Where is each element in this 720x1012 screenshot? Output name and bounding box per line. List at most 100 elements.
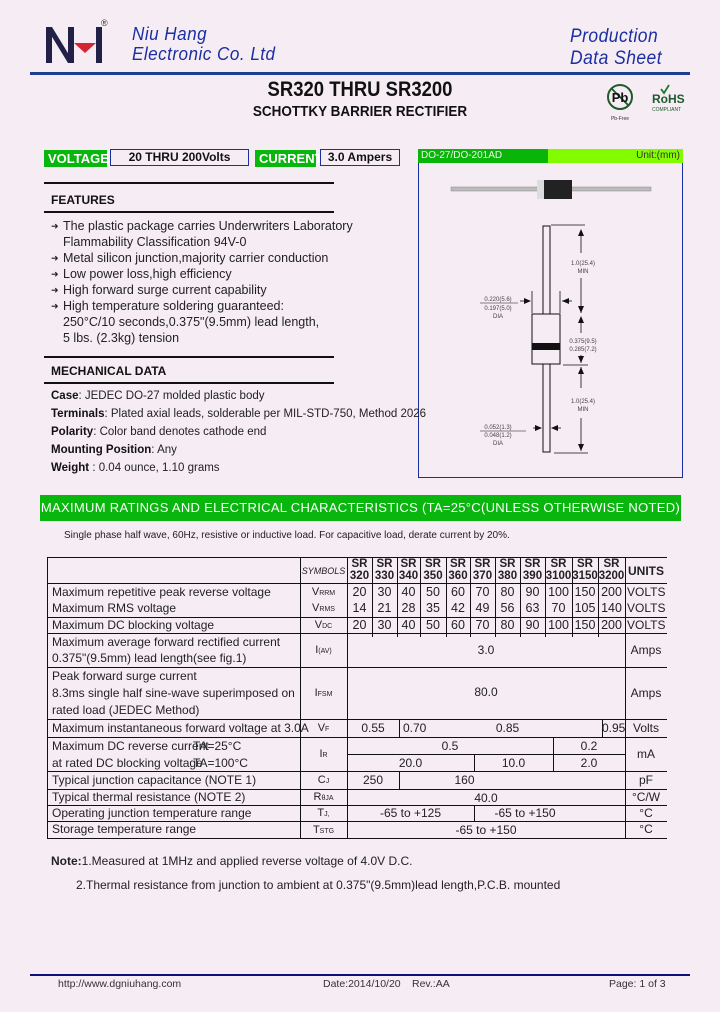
unit-cj: pF <box>638 773 653 787</box>
param-desc-ir: Maximum DC reverse current <box>52 739 209 753</box>
part-header-number: 3150 <box>572 570 598 582</box>
mechanical-bottom-rule <box>44 382 334 384</box>
symbol-subscript: (AV) <box>318 648 332 655</box>
part-header-number: 3100 <box>545 570 572 582</box>
dim-body-dia-2: 0.197(5.0) <box>484 306 511 312</box>
current-value: 3.0 Ampers <box>320 149 400 166</box>
symbols-header: SYMBOLS <box>301 566 346 576</box>
note-1: 1.Measured at 1MHz and applied reverse v… <box>81 854 413 868</box>
value-vrrm: 90 <box>525 585 540 599</box>
mech-value: Color band denotes cathode end <box>99 426 267 438</box>
param-desc-rthja: Typical thermal resistance (NOTE 2) <box>52 790 246 804</box>
param-desc-ifsm: Peak forward surge current <box>52 669 197 683</box>
value-vf: 0.70 <box>403 721 427 735</box>
symbol-subscript: RMS <box>319 606 335 613</box>
arrow-bullet-icon: ➜ <box>51 269 59 279</box>
symbol-subscript: RRM <box>319 590 336 597</box>
website-link[interactable]: http://www.dgniuhang.com <box>58 978 181 990</box>
notes: Note:1.Measured at 1MHz and applied reve… <box>51 853 560 892</box>
unit-tstg: °C <box>639 822 653 836</box>
document-type-line2: Data Sheet <box>570 48 663 69</box>
value-vrms: 35 <box>426 601 440 615</box>
part-header-number: 370 <box>472 570 493 582</box>
symbol-ifsm: IFSM <box>300 685 347 703</box>
pb-symbol: Pb <box>612 90 629 105</box>
pb-free-icon: Pb Pb-Free <box>607 84 633 122</box>
value-vdc: 60 <box>451 618 465 632</box>
symbol-subscript: STG <box>319 827 335 835</box>
ratings-banner: MAXIMUM RATINGS AND ELECTRICAL CHARACTER… <box>40 495 681 521</box>
company-name-line1: Niu Hang <box>132 24 208 44</box>
value-vdc: 50 <box>426 618 440 632</box>
part-header-prefix: SR <box>524 558 541 570</box>
symbol-subscript: DC <box>322 623 333 630</box>
package-drawing: 1.0(25.4) MIN 0.220(5.6) 0.197(5.0) DIA … <box>450 180 652 454</box>
company-logo <box>46 27 102 63</box>
dim-lead-dia-2: 0.048(1.2) <box>484 433 511 439</box>
value-vrrm: 70 <box>475 585 490 599</box>
mech-row-weight: Weight : 0.04 ounce, 1.10 grams <box>51 459 421 477</box>
part-header-number: 380 <box>497 570 518 582</box>
package-name: DO-27/DO-201AD <box>421 150 503 161</box>
value-vdc: 200 <box>601 618 622 632</box>
mechanical-data: Case: JEDEC DO-27 molded plastic body Te… <box>51 387 426 477</box>
part-header-prefix: SR <box>376 558 393 570</box>
feature-text: Low power loss,high efficiency <box>63 267 232 281</box>
company-name-line2: Electronic Co. Ltd <box>132 44 276 64</box>
mech-row-mounting: Mounting Position: Any <box>51 441 421 459</box>
param-cond-ir: TA=25°C <box>193 739 242 753</box>
unit-vrrm: VOLTS <box>627 585 666 599</box>
dim-body-dia-1: 0.220(5.6) <box>484 297 511 303</box>
dim-body-len-2: 0.285(7.2) <box>569 347 596 353</box>
value-vrrm: 40 <box>401 585 416 599</box>
symbol-iav: I(AV) <box>300 642 347 660</box>
mechanical-title: MECHANICAL DATA <box>51 364 167 378</box>
value-vrms: 42 <box>451 601 465 615</box>
table-gridline <box>47 838 667 839</box>
value-vdc: 20 <box>352 618 367 632</box>
mech-value: JEDEC DO-27 molded plastic body <box>84 390 265 402</box>
symbol-subscript: θJA <box>321 795 334 802</box>
package-unit: Unit:(mm) <box>636 150 680 161</box>
value-tstg: -65 to +150 <box>455 823 517 837</box>
symbol-ir: IR <box>300 746 347 764</box>
param-desc-tj: Operating junction temperature range <box>52 806 252 820</box>
symbol-subscript: FSM <box>317 691 333 698</box>
footer-revision: Rev.:AA <box>412 978 450 990</box>
part-header-number: 340 <box>398 570 419 582</box>
unit-ir: mA <box>637 747 655 761</box>
pb-free-label: Pb-Free <box>611 116 629 122</box>
footer-divider <box>30 974 690 976</box>
dim-lead-top-2: MIN <box>578 269 589 275</box>
value-vrrm: 150 <box>574 585 596 599</box>
value-ir-100: 20.0 <box>398 756 423 770</box>
part-header-prefix: SR <box>425 558 441 570</box>
symbol-subscript: R <box>322 752 328 759</box>
features-list: ➜ The plastic package carries Underwrite… <box>51 218 411 346</box>
symbol-cj: CJ <box>300 772 347 790</box>
document-type: Production Data Sheet <box>570 26 662 70</box>
unit-vrms: VOLTS <box>627 601 666 615</box>
unit-rthja: °C/W <box>631 790 661 804</box>
value-vrms: 49 <box>475 601 490 615</box>
value-vdc: 150 <box>574 618 596 632</box>
param-desc-vrms: Maximum RMS voltage <box>52 601 177 615</box>
param-desc-vrrm: Maximum repetitive peak reverse voltage <box>52 585 271 599</box>
dim-lead-top-1: 1.0(25.4) <box>571 261 595 267</box>
part-header-prefix: SR <box>499 558 516 570</box>
symbol-subscript: F <box>325 726 330 733</box>
part-header-prefix: SR <box>400 558 417 570</box>
param-desc-cj: Typical junction capacitance (NOTE 1) <box>52 773 257 787</box>
symbol-main: V <box>314 619 323 631</box>
value-vrms: 21 <box>377 601 392 615</box>
symbol-main: V <box>317 722 326 734</box>
arrow-bullet-icon: ➜ <box>51 301 59 311</box>
part-header-number: 360 <box>448 570 468 582</box>
value-vrrm: 50 <box>426 585 440 599</box>
feature-text: 5 lbs. (2.3kg) tension <box>63 331 180 345</box>
rohs-icon: RoHS COMPLIANT <box>652 84 685 113</box>
symbol-main: C <box>317 774 326 786</box>
value-ir-25: 0.5 <box>441 739 459 753</box>
param-desc-iav: Maximum average forward rectified curren… <box>52 635 281 649</box>
footer-page: Page: 1 of 3 <box>609 978 666 990</box>
